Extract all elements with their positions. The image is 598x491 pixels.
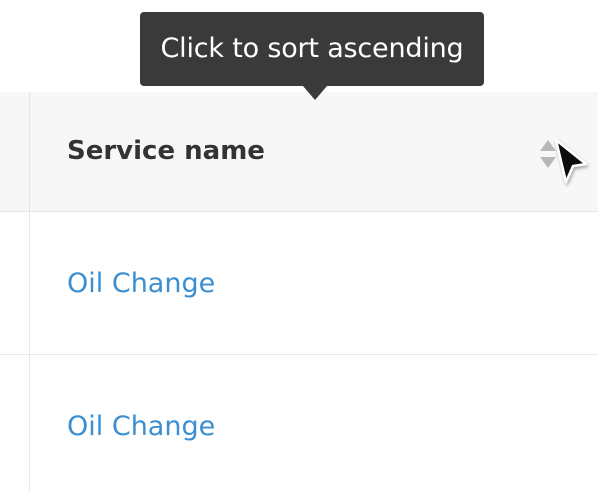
column-header-label: Service name bbox=[67, 136, 265, 166]
services-table: Service name Oil Change Oil Change bbox=[0, 92, 598, 491]
table-row: Oil Change bbox=[0, 355, 598, 491]
service-name-link[interactable]: Oil Change bbox=[67, 411, 215, 442]
column-header-service-name[interactable]: Service name bbox=[30, 92, 598, 211]
service-name-link[interactable]: Oil Change bbox=[67, 268, 215, 299]
sort-tooltip: Click to sort ascending bbox=[140, 12, 484, 86]
table-view: Service name Oil Change Oil Change Click… bbox=[0, 0, 598, 491]
tooltip-arrow bbox=[303, 86, 327, 100]
row-leading-cell bbox=[0, 355, 30, 491]
sort-toggle-icon[interactable] bbox=[538, 136, 558, 172]
cell-service-name: Oil Change bbox=[30, 355, 598, 491]
table-row: Oil Change bbox=[0, 212, 598, 355]
header-leading-cell bbox=[0, 92, 30, 211]
cell-service-name: Oil Change bbox=[30, 212, 598, 354]
row-leading-cell bbox=[0, 212, 30, 354]
table-header-row: Service name bbox=[0, 92, 598, 212]
